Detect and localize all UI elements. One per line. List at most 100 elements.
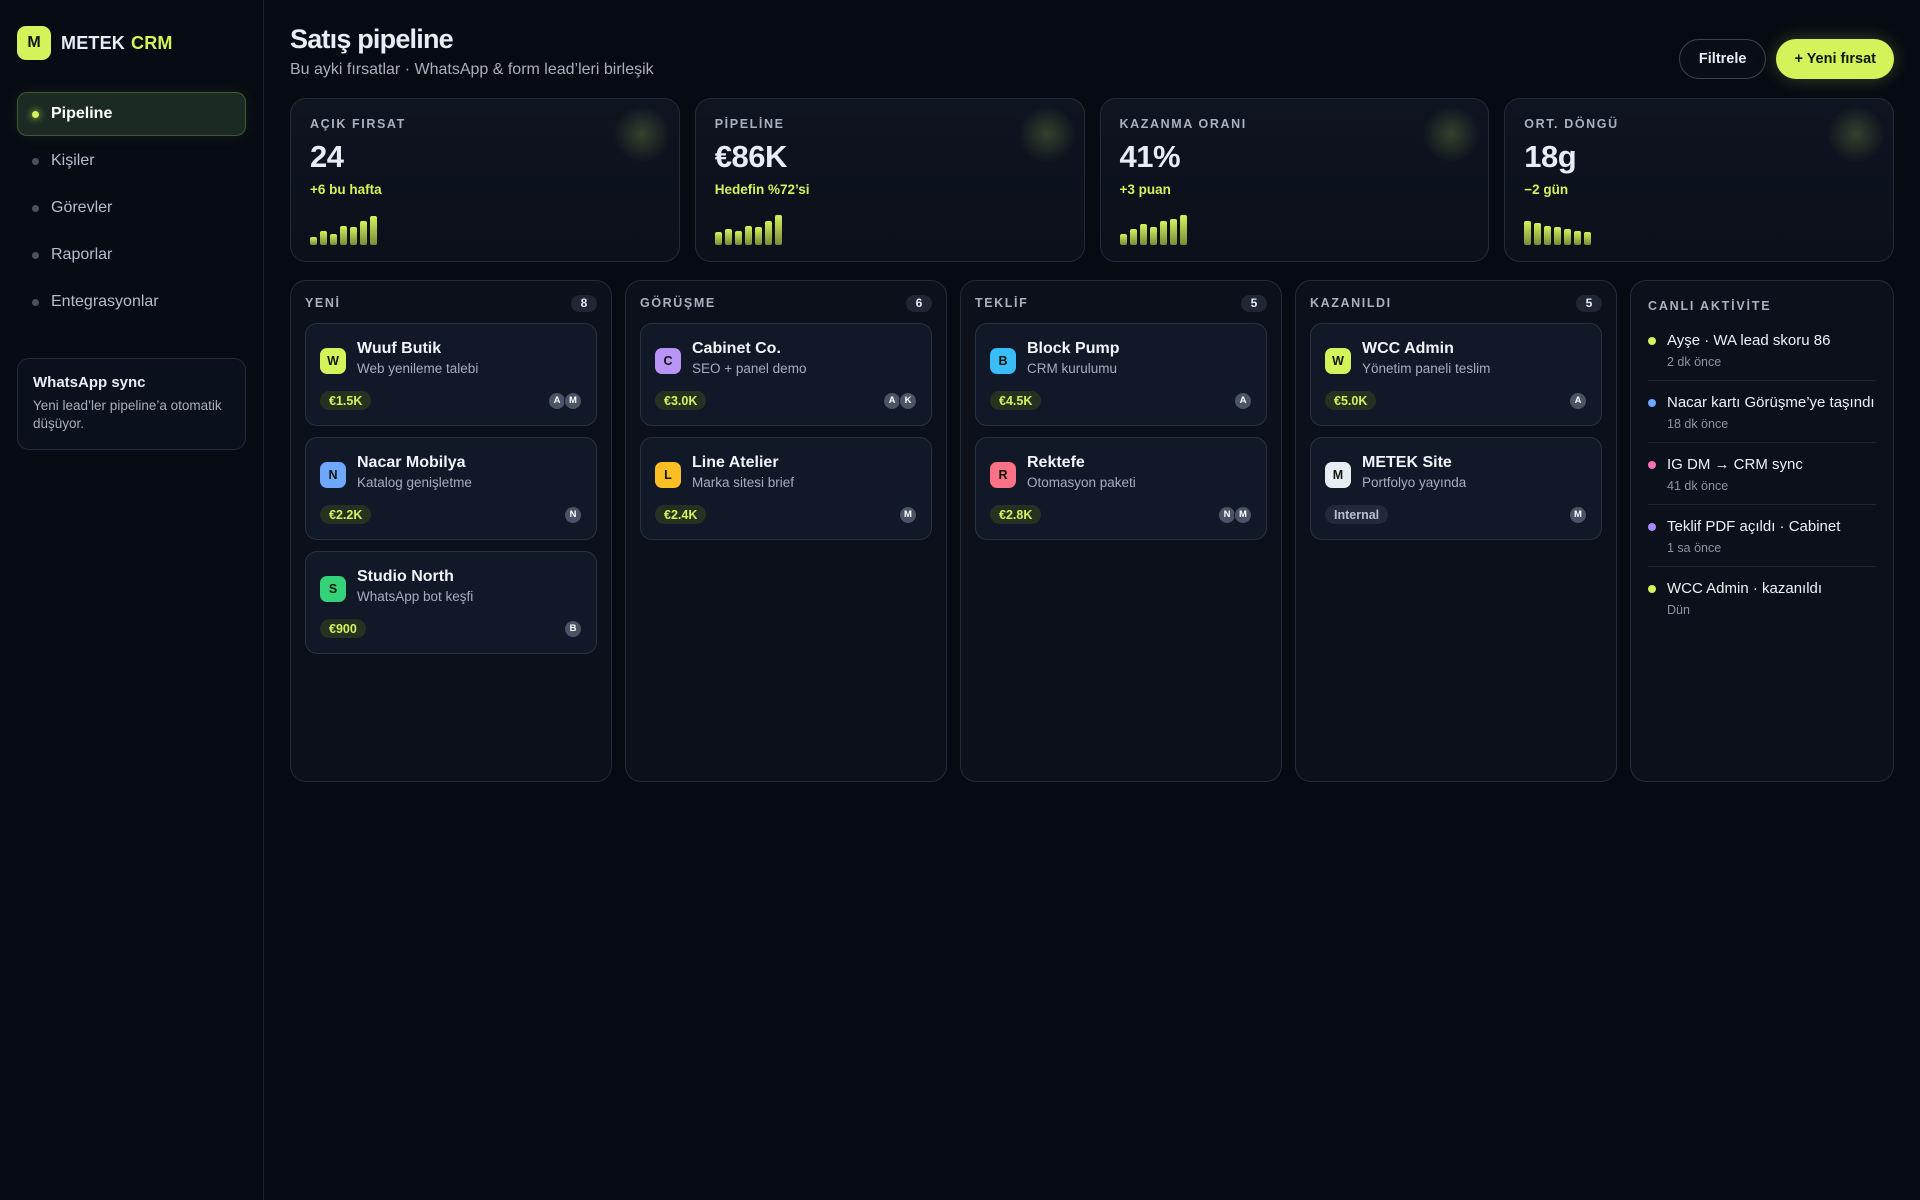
sparkline-bar [370, 216, 377, 245]
sparkline-bar [330, 234, 337, 245]
sparkline-bar [764, 221, 772, 245]
sparkline-bar [754, 227, 762, 245]
company-initial-icon: B [990, 348, 1016, 374]
activity-body: Ayşe · WA lead skoru 86 2 dk önce [1667, 331, 1830, 369]
sidebar-item-label: Pipeline [51, 105, 113, 122]
deal-card[interactable]: R Rektefe Otomasyon paketi €2.8K N M [975, 437, 1267, 540]
header-actions: Filtrele + Yeni fırsat [1678, 39, 1894, 79]
avatar[interactable]: M [1234, 505, 1252, 524]
activity-time: Dün [1667, 603, 1690, 617]
deal-card[interactable]: W Wuuf Butik Web yenileme talebi €1.5K A M [305, 323, 597, 426]
deal-info: Cabinet Co. SEO + panel demo [692, 340, 806, 376]
deal-header: W Wuuf Butik Web yenileme talebi [320, 340, 582, 376]
kpi-value: €86K [714, 139, 788, 174]
activity-time: 2 dk önce [1667, 355, 1722, 369]
deal-header: R Rektefe Otomasyon paketi [990, 454, 1252, 490]
activity-body: IG DM → CRM sync 41 dk önce [1667, 455, 1803, 493]
sparkline-bar [774, 215, 782, 245]
deal-info: Rektefe Otomasyon paketi [1027, 454, 1136, 490]
sidebar-item-label: Entegrasyonlar [51, 293, 159, 310]
deal-description: WhatsApp bot keşfi [357, 589, 474, 604]
avatar[interactable]: A [1569, 391, 1587, 410]
sparkline-bar [1524, 221, 1532, 245]
avatar[interactable]: K [899, 391, 917, 410]
activity-text: Ayşe · WA lead skoru 86 [1667, 332, 1831, 349]
kpi-value: 24 [310, 139, 344, 174]
kpi-label: AÇIK FIRSAT [310, 117, 406, 131]
column-count-badge: 8 [571, 294, 597, 312]
nav-dot-icon [32, 157, 39, 165]
kpi-label: PİPELİNE [714, 117, 785, 131]
deal-amount-badge: Internal [1325, 505, 1389, 524]
company-initial-icon: W [320, 348, 346, 374]
sparkline-bar [1564, 229, 1572, 245]
deal-footer: €1.5K A M [320, 391, 582, 410]
kpi-delta: Hedefin %72’si [714, 182, 810, 197]
deal-amount-badge: €2.2K [320, 505, 372, 524]
kpi-delta: −2 gün [1524, 182, 1569, 197]
avatar[interactable]: M [899, 505, 917, 524]
brand-logo[interactable]: M METEK CRM [17, 26, 246, 60]
kpi-label: ORT. DÖNGÜ [1524, 117, 1619, 131]
sparkline-bar [1574, 231, 1582, 245]
deal-card[interactable]: N Nacar Mobilya Katalog genişletme €2.2K N [305, 437, 597, 540]
deal-header: N Nacar Mobilya Katalog genişletme [320, 454, 582, 490]
page-subtitle: Bu ayki fırsatlar · WhatsApp & form lead… [290, 61, 654, 78]
sparkline-bar [310, 237, 317, 245]
nav-dot-icon [32, 251, 39, 259]
deal-name: METEK Site [1362, 454, 1452, 471]
assignee-avatars: AM [548, 391, 582, 410]
sidebar-item-raporlar[interactable]: Raporlar [17, 233, 246, 277]
sidebar-item-görevler[interactable]: Görevler [17, 186, 246, 230]
column-count-badge: 5 [1241, 294, 1267, 312]
activity-body: Teklif PDF açıldı · Cabinet 1 sa önce [1667, 517, 1840, 555]
sparkline-bar [1554, 227, 1562, 245]
deal-card[interactable]: C Cabinet Co. SEO + panel demo €3.0K A K [640, 323, 932, 426]
sidebar-item-entegrasyonlar[interactable]: Entegrasyonlar [17, 280, 246, 324]
sidebar-nav: Pipeline Kişiler Görevler Raporlar Entegrasy… [17, 92, 246, 324]
new-opportunity-button[interactable]: + Yeni fırsat [1776, 39, 1894, 79]
deal-header: B Block Pump CRM kurulumu [990, 340, 1252, 376]
column-title: GÖRÜŞME [640, 296, 716, 310]
deal-header: S Studio North WhatsApp bot keşfi [320, 568, 582, 604]
nav-dot-icon [32, 298, 39, 306]
deal-description: Marka sitesi brief [692, 475, 795, 490]
deal-card[interactable]: L Line Atelier Marka sitesi brief €2.4K M [640, 437, 932, 540]
pipeline-board: YENİ 8 W Wuuf Butik Web yenileme talebi €1.5K… [290, 280, 1894, 782]
deal-card[interactable]: W WCC Admin Yönetim paneli teslim €5.0K A [1310, 323, 1602, 426]
sidebar-item-label: Görevler [51, 199, 113, 216]
sidebar: M METEK CRM Pipeline Kişiler Görevler Raporl… [0, 0, 264, 1200]
deal-description: SEO + panel demo [692, 361, 807, 376]
deal-description: Otomasyon paketi [1027, 475, 1136, 490]
whatsapp-sync-card: WhatsApp sync Yeni lead’ler pipeline’a o… [17, 358, 246, 450]
deal-header: W WCC Admin Yönetim paneli teslim [1325, 340, 1587, 376]
assignee-avatars: A [1569, 391, 1587, 410]
page-header: Satış pipeline Bu ayki fırsatlar · Whats… [290, 0, 1894, 98]
deal-name: Studio North [357, 568, 454, 585]
deal-amount-badge: €4.5K [990, 391, 1042, 410]
sparkline-bar [1179, 215, 1187, 245]
avatar[interactable]: M [564, 391, 582, 410]
deal-description: Katalog genişletme [357, 475, 472, 490]
deal-card[interactable]: M METEK Site Portfolyo yayında Internal M [1310, 437, 1602, 540]
activity-dot-icon [1648, 337, 1656, 345]
deal-amount-badge: €900 [320, 619, 366, 638]
deal-footer: €2.8K N M [990, 505, 1252, 524]
kpi-sparkline [1524, 213, 1592, 245]
deal-card[interactable]: S Studio North WhatsApp bot keşfi €900 B [305, 551, 597, 654]
avatar[interactable]: A [1234, 391, 1252, 410]
activity-title: CANLI AKTİVİTE [1648, 299, 1772, 313]
avatar[interactable]: M [1569, 505, 1587, 524]
sidebar-item-pipeline[interactable]: Pipeline [17, 92, 246, 136]
deal-header: M METEK Site Portfolyo yayında [1325, 454, 1587, 490]
sidebar-item-kişiler[interactable]: Kişiler [17, 139, 246, 183]
avatar[interactable]: N [564, 505, 582, 524]
assignee-avatars: AK [883, 391, 917, 410]
deal-card[interactable]: B Block Pump CRM kurulumu €4.5K A [975, 323, 1267, 426]
column-title: KAZANILDI [1310, 296, 1392, 310]
activity-dot-icon [1648, 585, 1656, 593]
avatar[interactable]: B [564, 619, 582, 638]
kpi-card: KAZANMA ORANI 41% +3 puan [1099, 98, 1490, 262]
filter-button[interactable]: Filtrele [1678, 39, 1767, 79]
activity-item: Teklif PDF açıldı · Cabinet 1 sa önce [1648, 505, 1876, 567]
